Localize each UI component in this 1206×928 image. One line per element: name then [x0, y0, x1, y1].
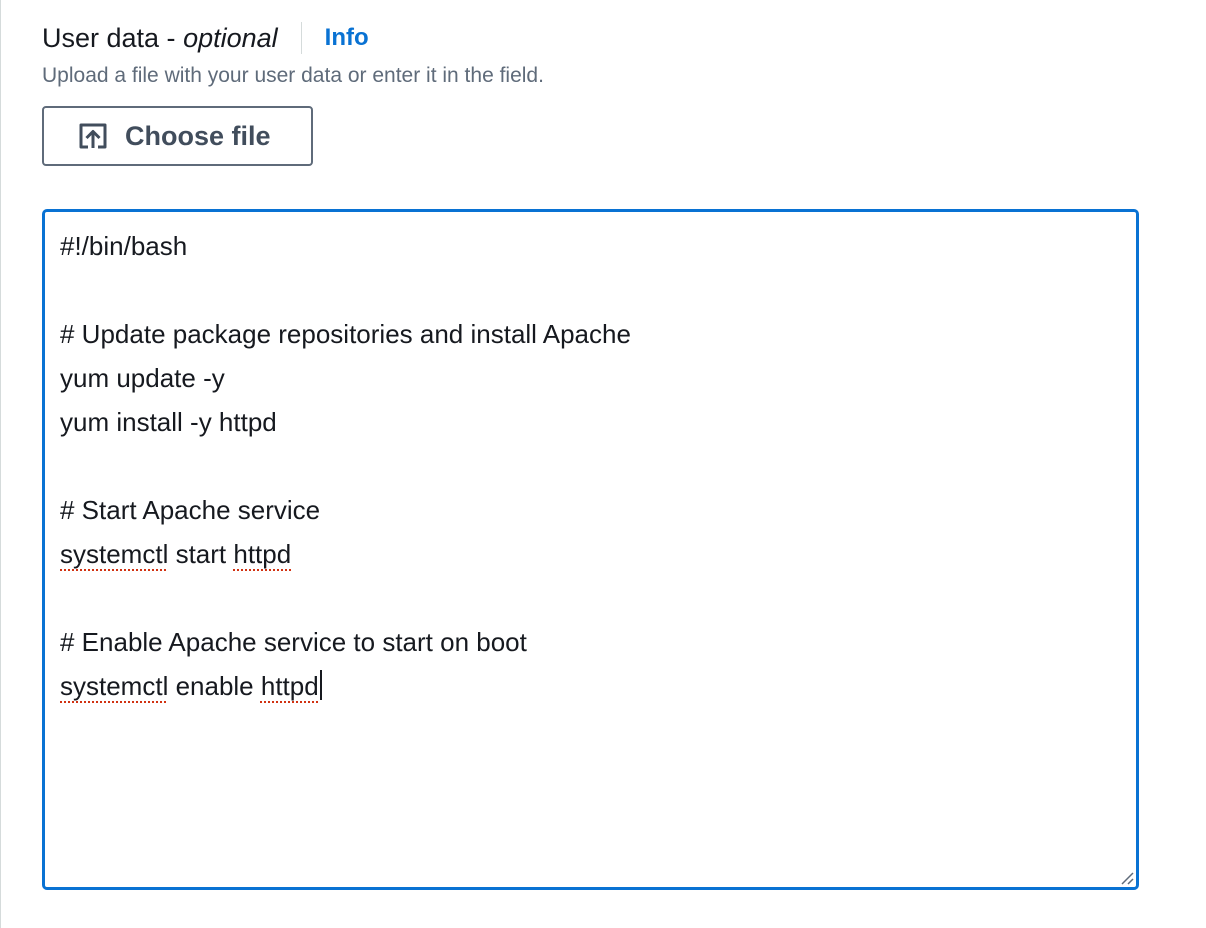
info-link[interactable]: Info [325, 24, 369, 52]
field-label: User data - optional [42, 23, 278, 54]
code-text: enable [168, 671, 261, 701]
code-line: # Start Apache service [60, 495, 321, 525]
code-line: systemctl enable httpd [60, 664, 1121, 708]
text-caret [319, 670, 322, 700]
spellcheck-word: httpd [260, 671, 319, 701]
code-line: # Enable Apache service to start on boot [60, 627, 527, 657]
code-line: systemctl start httpd [60, 532, 1121, 576]
field-label-optional: optional [183, 22, 278, 53]
label-divider [300, 22, 302, 54]
code-line: #!/bin/bash [60, 231, 188, 261]
field-label-text: User data - [42, 22, 184, 53]
code-line: yum update -y [60, 363, 225, 393]
choose-file-label: Choose file [125, 120, 271, 151]
code-line: yum install -y httpd [60, 407, 277, 437]
spellcheck-word: systemctl [60, 539, 169, 569]
resize-handle-icon[interactable] [1118, 869, 1134, 885]
user-data-field: User data - optional Info Upload a file … [42, 18, 1142, 890]
field-description: Upload a file with your user data or ent… [42, 64, 544, 87]
upload-icon [77, 120, 109, 152]
spellcheck-word: systemctl [60, 671, 169, 701]
spellcheck-word: httpd [233, 539, 292, 569]
code-line: # Update package repositories and instal… [60, 319, 631, 349]
field-label-row: User data - optional Info [42, 18, 1142, 58]
user-data-textarea[interactable]: #!/bin/bash # Update package repositorie… [42, 209, 1139, 890]
code-text: start [168, 539, 234, 569]
panel-left-border [0, 0, 1, 928]
choose-file-button[interactable]: Choose file [42, 106, 313, 166]
